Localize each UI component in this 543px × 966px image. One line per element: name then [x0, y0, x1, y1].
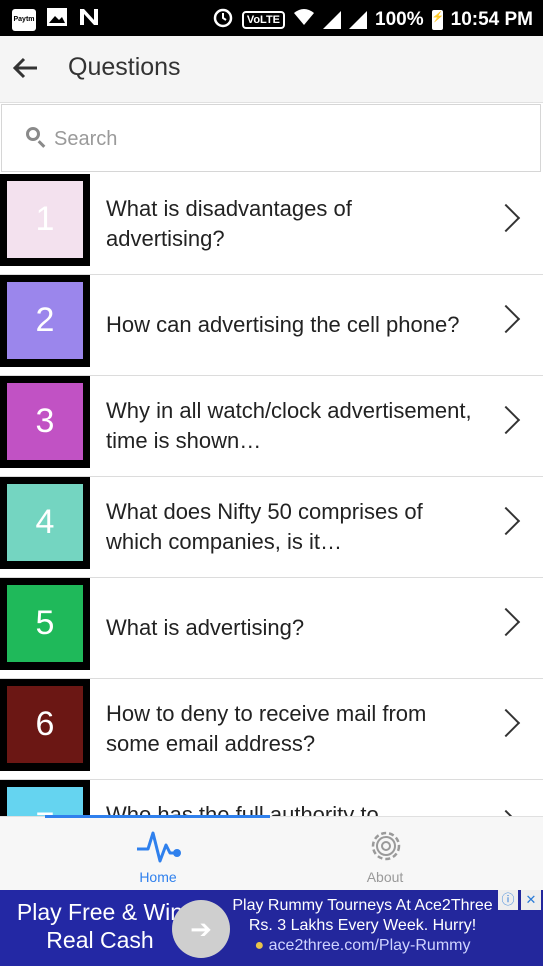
question-text: Who has the full authority to	[106, 802, 379, 816]
search-input[interactable]	[52, 123, 516, 155]
bottom-tab-bar: Home About	[0, 815, 543, 891]
number-badge: 6	[0, 679, 90, 771]
number-badge: 3	[0, 376, 90, 468]
tab-about-label: About	[366, 869, 404, 885]
back-arrow-icon[interactable]	[10, 50, 42, 86]
signal-icon-2	[349, 11, 368, 29]
chevron-right-icon	[491, 405, 521, 435]
close-icon[interactable]: ✕	[521, 890, 541, 910]
n-notification-icon	[78, 7, 100, 32]
list-item[interactable]: 1 What is disadvantages of advertising?	[0, 174, 543, 275]
app-toolbar: Questions	[0, 36, 543, 103]
question-text: How can advertising the cell phone?	[106, 312, 460, 337]
ad-left-panel[interactable]: Play Free & Win Real Cash	[0, 890, 200, 966]
number-badge: 7	[0, 780, 90, 816]
question-text: Why in all watch/clock advertisement, ti…	[106, 398, 472, 453]
status-bar: Paytm VoLTE 100% 10:54 PM	[0, 0, 543, 36]
tab-home-label: Home	[139, 869, 177, 885]
search-bar[interactable]	[1, 104, 541, 172]
signal-icon	[323, 11, 342, 29]
wifi-icon	[293, 8, 315, 32]
list-item[interactable]: 5 What is advertising?	[0, 578, 543, 679]
list-item[interactable]: 7 Who has the full authority to	[0, 780, 543, 816]
chevron-right-icon	[491, 506, 521, 536]
search-icon	[26, 127, 40, 141]
ad-text[interactable]: Play Rummy Tourneys At Ace2Three Rs. 3 L…	[225, 896, 500, 956]
question-text: What is advertising?	[106, 615, 305, 640]
list-item[interactable]: 2 How can advertising the cell phone?	[0, 275, 543, 376]
battery-percent: 100%	[375, 9, 424, 30]
list-item[interactable]: 4 What does Nifty 50 comprises of which …	[0, 477, 543, 578]
chevron-right-icon	[491, 203, 521, 233]
question-text: How to deny to receive mail from some em…	[106, 701, 427, 756]
chevron-right-icon	[491, 607, 521, 637]
number-badge: 1	[0, 174, 90, 266]
question-text: What is disadvantages of advertising?	[106, 196, 352, 251]
gallery-icon	[46, 7, 68, 32]
clock: 10:54 PM	[450, 9, 533, 30]
battery-icon	[431, 10, 444, 30]
volte-badge: VoLTE	[241, 11, 286, 29]
tab-about[interactable]: About	[340, 817, 430, 891]
paytm-icon: Paytm	[12, 8, 36, 31]
gear-icon	[371, 831, 401, 861]
tab-home[interactable]: Home	[113, 817, 203, 891]
number-badge: 2	[0, 275, 90, 367]
number-badge: 4	[0, 477, 90, 569]
chevron-right-icon	[491, 304, 521, 334]
question-text: What does Nifty 50 comprises of which co…	[106, 499, 423, 554]
list-item[interactable]: 3 Why in all watch/clock advertisement, …	[0, 376, 543, 477]
pulse-icon	[137, 831, 181, 863]
question-list: 1 What is disadvantages of advertising? …	[0, 174, 543, 816]
info-icon[interactable]: ⓘ	[498, 890, 518, 910]
chevron-right-icon	[491, 708, 521, 738]
number-badge: 5	[0, 578, 90, 670]
alarm-icon	[212, 6, 234, 34]
arrow-right-icon[interactable]: ➔	[172, 900, 230, 958]
ad-link[interactable]: ● ace2three.com/Play-Rummy	[225, 936, 500, 956]
page-title: Questions	[68, 53, 181, 81]
list-item[interactable]: 6 How to deny to receive mail from some …	[0, 679, 543, 780]
ad-banner[interactable]: Play Free & Win Real Cash ➔ Play Rummy T…	[0, 890, 543, 966]
